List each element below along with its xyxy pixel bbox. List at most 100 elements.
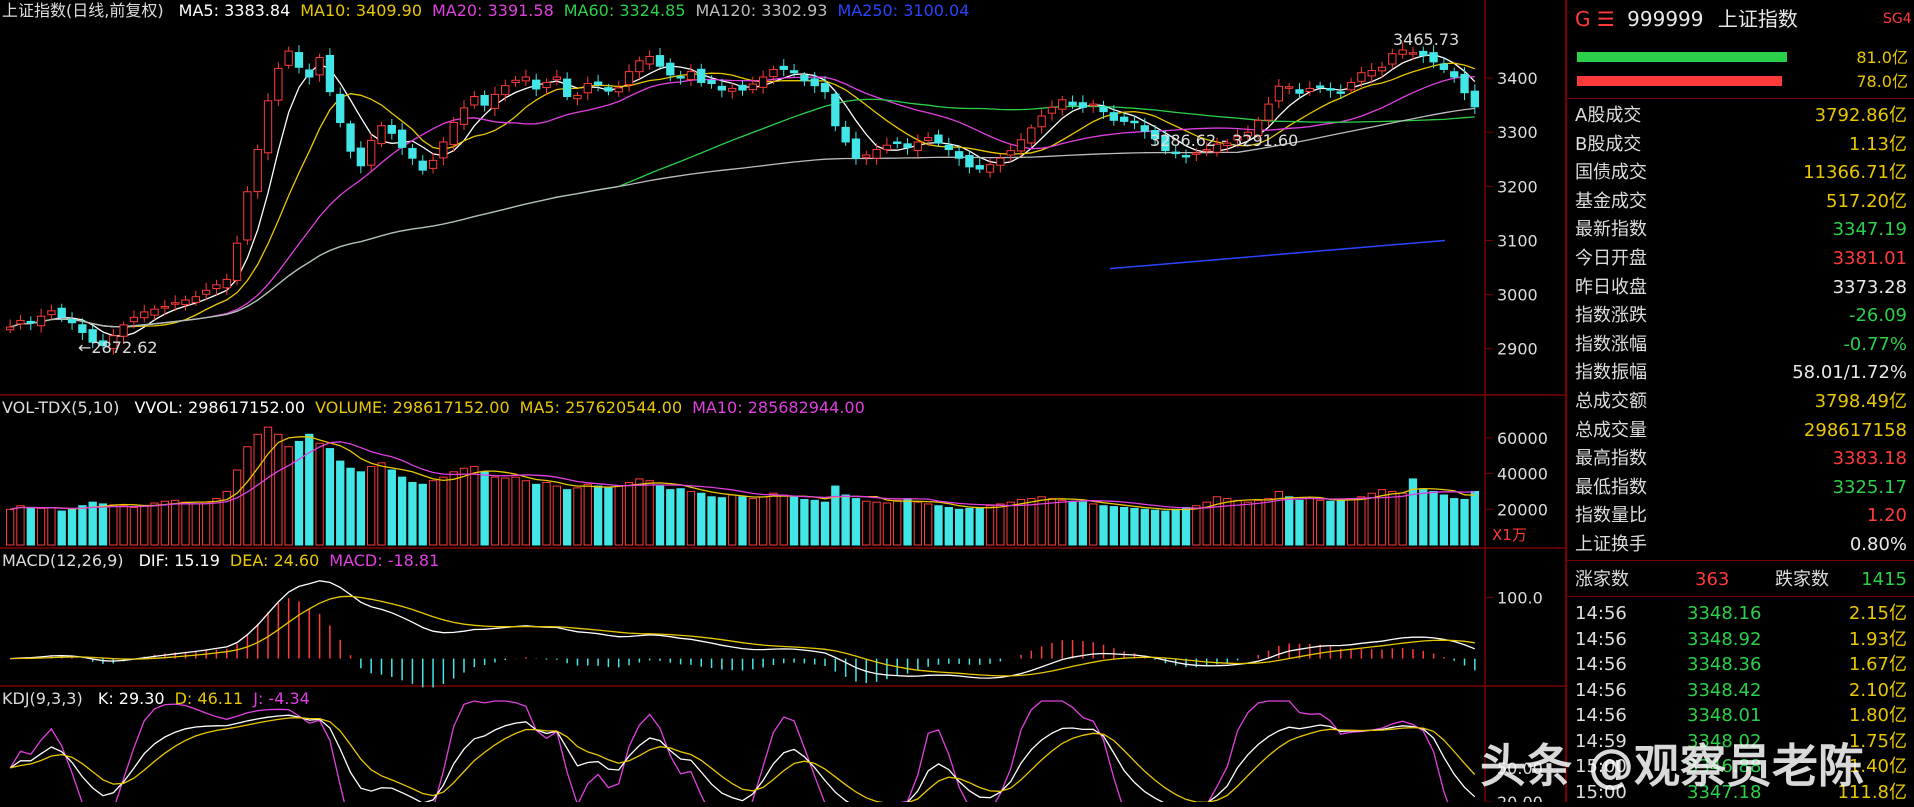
volume-bar-142 xyxy=(1470,490,1479,546)
candle-body-59 xyxy=(614,87,623,93)
candle-body-99 xyxy=(1027,127,1036,144)
candle-body-94 xyxy=(975,165,984,170)
volume-bar-137 xyxy=(1419,489,1428,546)
volume-bar-134 xyxy=(1388,490,1397,546)
volume-tick-label-2: 60000 xyxy=(1497,429,1548,448)
volume-bar-48 xyxy=(501,477,510,546)
watermark: 头条 @观察员老陈 xyxy=(1480,739,1865,793)
candle-body-1 xyxy=(16,320,25,325)
candle-body-72 xyxy=(748,83,757,91)
macd-legend-values: DIF: 15.19 DEA: 24.60 MACD: -18.81 xyxy=(139,551,450,570)
volume-bar-103 xyxy=(1068,500,1077,546)
volume-title: VOL-TDX(5,10) xyxy=(2,398,120,417)
candle-body-56 xyxy=(583,83,592,94)
kdj-j-line xyxy=(9,700,1449,802)
tick-price: 3348.01 xyxy=(1687,705,1762,726)
candle-body-85 xyxy=(882,144,892,151)
stat-row: 国债成交 11366.71亿 xyxy=(1575,159,1907,187)
volume-bar-130 xyxy=(1346,498,1356,546)
volume-bar-81 xyxy=(841,494,850,546)
tick-volume: 2.10亿 xyxy=(1848,679,1907,701)
candle-body-18 xyxy=(191,296,200,303)
candle-body-37 xyxy=(387,125,396,134)
volume-bar-74 xyxy=(769,492,778,546)
price-tick-label-0: 2900 xyxy=(1497,340,1538,359)
candle-body-12 xyxy=(129,316,139,323)
ma250-line xyxy=(1109,239,1446,270)
stat-row: 最低指数 3325.17 xyxy=(1575,474,1907,502)
kdj-legend-values: K: 29.30 D: 46.11 J: -4.34 xyxy=(98,689,320,708)
volume-bar-14 xyxy=(150,502,159,546)
candle-body-16 xyxy=(171,302,180,305)
candle-body-50 xyxy=(521,76,531,82)
candle-body-53 xyxy=(552,76,561,81)
volume-bar-54 xyxy=(562,489,572,546)
candle-body-36 xyxy=(377,125,386,145)
stat-value: 3798.49亿 xyxy=(1814,391,1907,412)
panel-tag[interactable]: SG4 xyxy=(1883,4,1912,34)
volume-bar-132 xyxy=(1367,492,1376,546)
stat-label: 指数振幅 xyxy=(1575,362,1647,384)
candle-body-130 xyxy=(1346,81,1356,91)
stat-label: 最新指数 xyxy=(1575,219,1647,241)
candle-body-139 xyxy=(1439,63,1449,70)
stat-row: 昨日收盘 3373.28 xyxy=(1575,274,1907,302)
kdj-legend: KDJ(9,3,3) K: 29.30 D: 46.11 J: -4.34 xyxy=(2,688,330,710)
volume-bar-86 xyxy=(893,499,902,546)
candle-body-40 xyxy=(418,160,427,171)
candle-body-4 xyxy=(47,310,56,316)
candle-body-115 xyxy=(1192,152,1201,155)
volume-bar-88 xyxy=(913,501,923,546)
volume-bar-121 xyxy=(1254,499,1263,546)
candle-body-46 xyxy=(480,94,489,106)
ma-legend-item-0: MA5: 3383.84 xyxy=(178,1,291,20)
volume-bar-72 xyxy=(748,498,757,546)
volume-bar-110 xyxy=(1140,508,1149,546)
tick-row: 14:56 3348.16 2.15亿 xyxy=(1575,600,1907,628)
quote-side-panel: G ☰ 999999 上证指数 SG4 81.0亿 78.0亿 A股成交 3792… xyxy=(1565,0,1914,803)
volume-bar-62 xyxy=(645,480,654,546)
stat-label: 总成交量 xyxy=(1575,419,1647,441)
candle-body-42 xyxy=(439,141,448,159)
candle-body-68 xyxy=(707,80,716,85)
tick-volume: 1.67亿 xyxy=(1848,654,1907,675)
tick-price: 3348.36 xyxy=(1687,654,1762,675)
chart-area[interactable]: 2900 3000 3100 3200 3300 3400 20000 40000 60000 1… xyxy=(0,0,1565,802)
volume-legend-item-0: VVOL: 298617152.00 xyxy=(134,398,306,417)
volume-bar-67 xyxy=(697,492,706,546)
stat-value: 0.80% xyxy=(1849,534,1907,555)
ma5-line xyxy=(10,54,1476,337)
price-tick-label-4: 3300 xyxy=(1497,123,1538,142)
candle-body-28 xyxy=(294,52,304,68)
kdj-d-line xyxy=(10,717,1476,802)
tick-row: 14:56 3348.36 1.67亿 xyxy=(1575,651,1907,679)
panel-prefix[interactable]: G ☰ xyxy=(1575,7,1615,31)
candle-body-61 xyxy=(635,60,644,73)
volume-bar-114 xyxy=(1181,507,1191,546)
volume-bar-69 xyxy=(717,497,727,546)
macd-title: MACD(12,26,9) xyxy=(2,551,124,570)
volume-tick-label-0: 20000 xyxy=(1497,500,1548,519)
volume-bar-43 xyxy=(449,471,458,546)
volume-bar-63 xyxy=(655,485,665,546)
volume-bar-71 xyxy=(738,496,747,546)
volume-bar-3 xyxy=(36,507,46,546)
candle-body-123 xyxy=(1274,85,1284,102)
stat-row: 指数涨幅 -0.77% xyxy=(1575,331,1907,359)
volume-bar-51 xyxy=(532,483,541,546)
stat-value: 3383.18 xyxy=(1832,448,1907,470)
volume-bar-7 xyxy=(78,505,87,546)
tick-row: 14:56 3348.42 2.10亿 xyxy=(1575,677,1907,705)
candle-body-43 xyxy=(449,121,458,145)
tick-time: 14:56 xyxy=(1575,654,1627,675)
high-annotation: 3465.73 xyxy=(1393,30,1460,49)
candle-body-21 xyxy=(222,278,231,289)
volume-bar-55 xyxy=(573,487,582,546)
stat-label: 基金成交 xyxy=(1575,190,1647,212)
candle-body-88 xyxy=(913,141,923,151)
candle-body-107 xyxy=(1109,112,1118,121)
volume-bar-119 xyxy=(1233,499,1242,546)
volume-bar-125 xyxy=(1295,499,1304,546)
candle-body-5 xyxy=(57,307,66,318)
candle-body-84 xyxy=(872,149,881,159)
